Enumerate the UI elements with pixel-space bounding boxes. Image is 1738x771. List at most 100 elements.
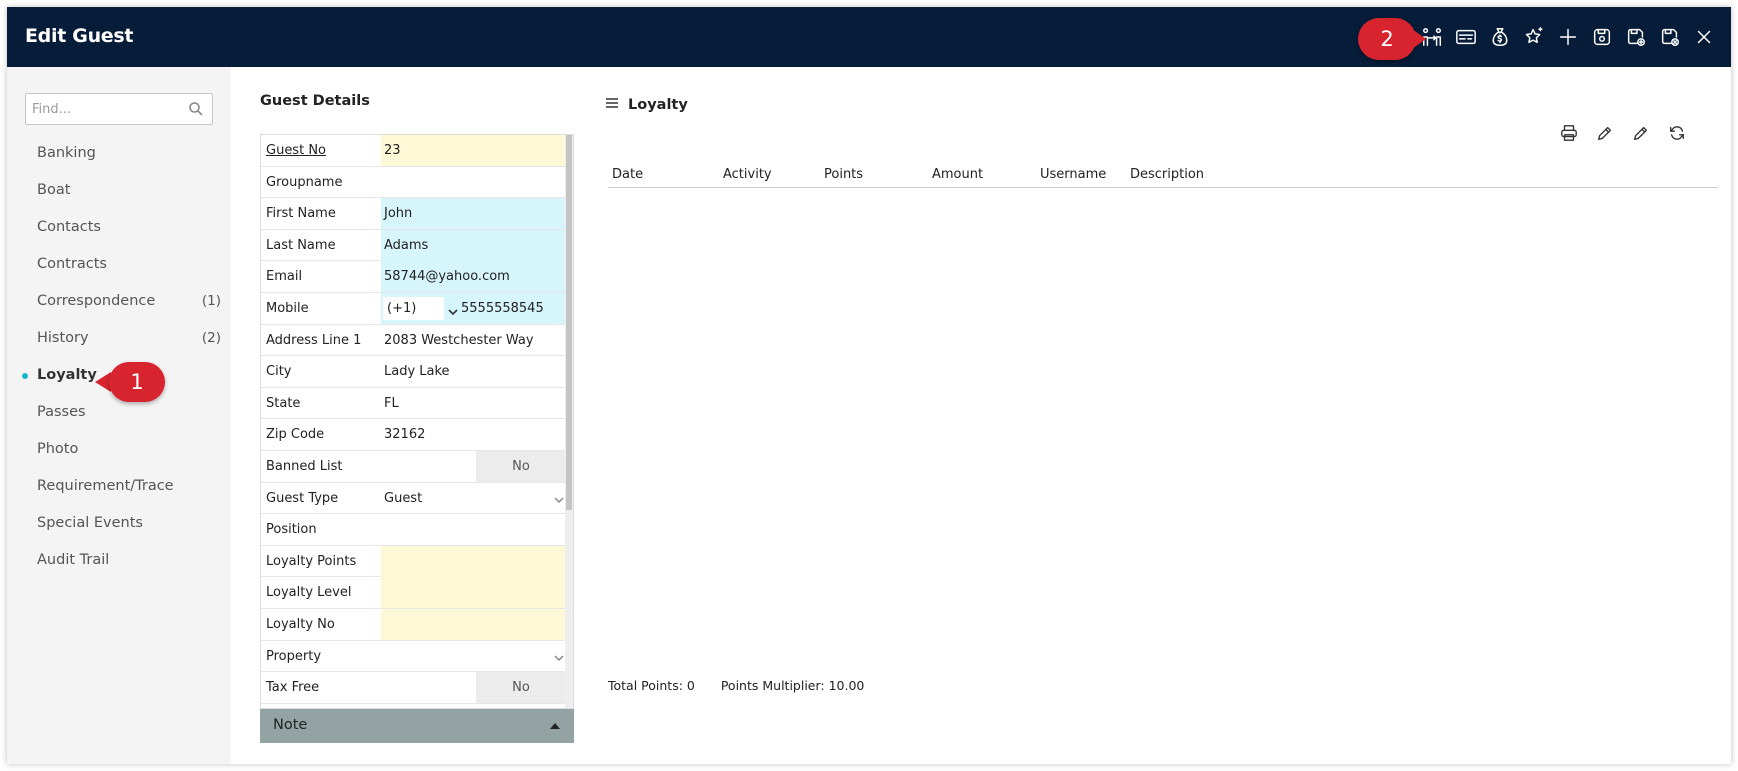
last-name-label: Last Name <box>266 237 336 253</box>
tax-free-toggle[interactable]: No <box>476 672 566 704</box>
city-label: City <box>266 364 292 380</box>
form-scrollbar[interactable] <box>565 135 573 708</box>
banned-list-label: Banned List <box>266 459 343 474</box>
window-title: Edit Guest <box>25 25 134 47</box>
sidebar-item-special-events[interactable]: Special Events <box>7 505 231 542</box>
banned-list-toggle[interactable]: No <box>476 451 566 482</box>
mobile-row: Mobile (+1) 5555558545 <box>261 293 566 325</box>
sidebar: Banking Boat Contacts Contracts Correspo… <box>7 67 231 764</box>
sidebar-item-banking[interactable]: Banking <box>7 135 231 172</box>
loyalty-panel-title: Loyalty <box>628 97 688 113</box>
callout-1: 1 <box>95 362 165 404</box>
search-icon[interactable] <box>188 101 204 117</box>
sidebar-item-count: (1) <box>201 293 221 309</box>
hamburger-menu-icon[interactable] <box>604 95 620 115</box>
guest-no-label[interactable]: Guest No <box>266 135 326 166</box>
money-bag-icon[interactable] <box>1483 21 1517 53</box>
note-section-header[interactable]: Note <box>260 709 574 743</box>
callout-1-badge: 1 <box>109 362 165 402</box>
printer-icon[interactable] <box>1551 120 1587 146</box>
zip-code-field[interactable]: 32162 <box>381 419 566 450</box>
first-name-field[interactable]: John <box>381 198 566 230</box>
title-bar: Edit Guest 2 <box>7 7 1731 67</box>
scrollbar-thumb[interactable] <box>566 135 572 510</box>
column-header-username[interactable]: Username <box>1040 167 1106 182</box>
guest-type-row: Guest Type Guest <box>261 483 566 515</box>
sidebar-item-history[interactable]: History (2) <box>7 320 231 357</box>
edit-guest-window: Edit Guest 2 Find... Banking Boat Contac… <box>7 7 1731 764</box>
sidebar-item-label: Contacts <box>37 219 101 235</box>
chevron-down-icon[interactable] <box>447 299 459 316</box>
country-code-select[interactable]: (+1) <box>383 297 444 320</box>
address-line-1-field[interactable]: 2083 Westchester Way <box>381 325 566 356</box>
save-icon[interactable] <box>1585 21 1619 53</box>
plus-icon[interactable] <box>1551 21 1585 53</box>
loyalty-no-label: Loyalty No <box>266 617 335 632</box>
note-label: Note <box>273 717 308 733</box>
address-line-1-row: Address Line 1 2083 Westchester Way <box>261 325 566 357</box>
sidebar-item-photo[interactable]: Photo <box>7 431 231 468</box>
groupname-label: Groupname <box>266 174 343 190</box>
id-card-icon[interactable] <box>1449 21 1483 53</box>
find-box <box>25 93 213 125</box>
loyalty-points-field[interactable] <box>381 545 566 577</box>
property-label: Property <box>266 648 322 664</box>
chevron-up-icon[interactable] <box>548 719 562 733</box>
save-add-icon[interactable] <box>1619 21 1653 53</box>
pencil-icon[interactable] <box>1587 120 1623 146</box>
star-sparkle-icon[interactable] <box>1517 21 1551 53</box>
property-select[interactable] <box>381 641 566 672</box>
zip-code-label: Zip Code <box>266 427 325 443</box>
column-header-activity[interactable]: Activity <box>723 167 772 182</box>
guest-details-form: Guest No 23 Groupname First Name John La… <box>260 134 574 709</box>
sidebar-item-audit-trail[interactable]: Audit Trail <box>7 542 231 579</box>
guest-type-select[interactable]: Guest <box>381 483 566 514</box>
sidebar-item-label: Special Events <box>37 515 143 531</box>
sidebar-item-boat[interactable]: Boat <box>7 172 231 209</box>
sidebar-item-contacts[interactable]: Contacts <box>7 209 231 246</box>
banned-list-row: Banned List No <box>261 451 566 483</box>
refresh-icon[interactable] <box>1659 120 1695 146</box>
column-header-date[interactable]: Date <box>612 167 643 182</box>
guest-no-field[interactable]: 23 <box>381 135 566 166</box>
column-header-description[interactable]: Description <box>1130 167 1204 182</box>
state-field[interactable]: FL <box>381 388 566 419</box>
column-header-amount[interactable]: Amount <box>932 167 983 182</box>
mobile-label: Mobile <box>266 301 309 316</box>
tax-free-label: Tax Free <box>266 680 320 696</box>
column-header-points[interactable]: Points <box>824 167 863 182</box>
chevron-down-icon[interactable] <box>554 651 564 661</box>
sidebar-nav: Banking Boat Contacts Contracts Correspo… <box>7 135 231 579</box>
position-label: Position <box>266 522 317 538</box>
last-name-field[interactable]: Adams <box>381 229 566 261</box>
sidebar-item-correspondence[interactable]: Correspondence (1) <box>7 283 231 320</box>
email-field[interactable]: 58744@yahoo.com <box>381 261 566 293</box>
loyalty-no-field[interactable] <box>381 609 566 640</box>
sidebar-item-label: Audit Trail <box>37 552 110 568</box>
mobile-number-field[interactable]: 5555558545 <box>461 293 544 324</box>
tax-free-row: Tax Free No <box>261 672 566 704</box>
groupname-field[interactable] <box>381 167 566 198</box>
close-icon[interactable] <box>1687 21 1721 53</box>
position-field[interactable] <box>381 514 566 545</box>
email-row: Email 58744@yahoo.com <box>261 261 566 293</box>
sidebar-item-label: Photo <box>37 441 79 457</box>
sidebar-item-count: (2) <box>201 330 221 346</box>
state-row: State FL <box>261 388 566 420</box>
loyalty-level-field[interactable] <box>381 577 566 609</box>
loyalty-actions <box>1551 120 1695 146</box>
pencil-icon[interactable] <box>1623 120 1659 146</box>
points-multiplier: Points Multiplier: 10.00 <box>720 678 865 693</box>
chevron-down-icon[interactable] <box>554 493 564 503</box>
callout-2: 2 <box>1358 18 1428 60</box>
loyalty-level-row: Loyalty Level <box>261 577 566 609</box>
city-field[interactable]: Lady Lake <box>381 356 566 387</box>
loyalty-footer: Total Points: 0 Points Multiplier: 10.00 <box>608 678 886 693</box>
save-close-icon[interactable] <box>1653 21 1687 53</box>
sidebar-item-requirement-trace[interactable]: Requirement/Trace <box>7 468 231 505</box>
last-name-row: Last Name Adams <box>261 229 566 262</box>
toolbar <box>1415 21 1721 53</box>
find-input[interactable] <box>26 94 176 124</box>
sidebar-item-contracts[interactable]: Contracts <box>7 246 231 283</box>
callout-2-pointer <box>1412 29 1426 49</box>
